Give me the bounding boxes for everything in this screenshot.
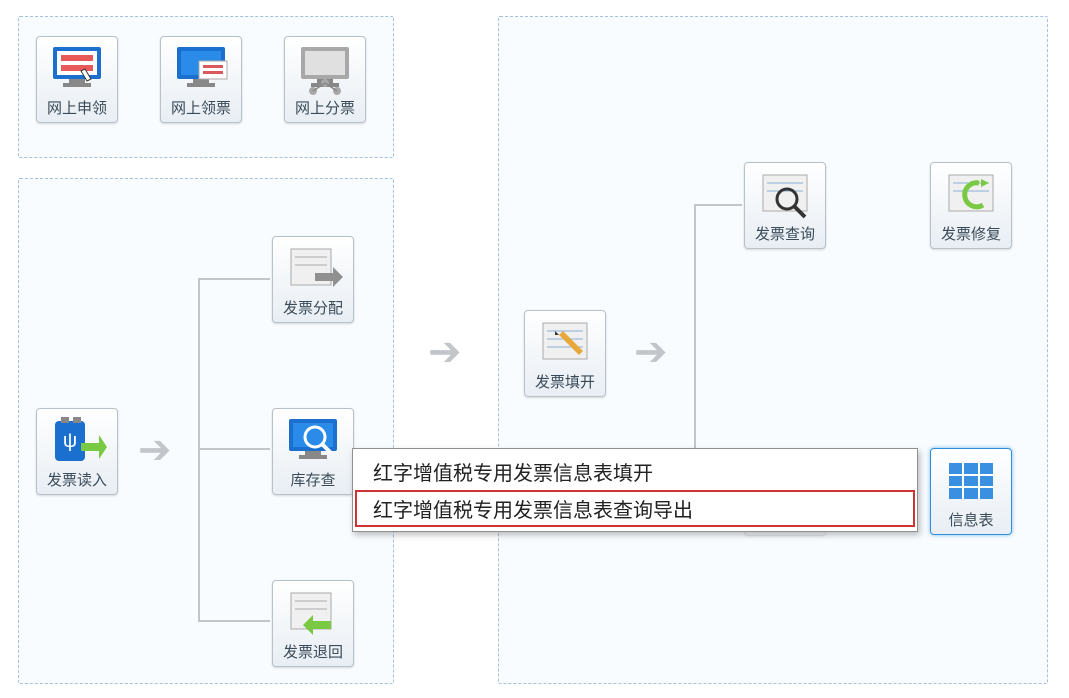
node-online-split[interactable]: 网上分票 [284,36,366,123]
label: 发票填开 [535,374,595,391]
label: 网上分票 [295,100,355,117]
usb-import-icon: ψ [47,415,107,467]
node-info-table[interactable]: 信息表 [930,448,1012,535]
label: 信息表 [948,512,993,529]
table-icon [941,455,1001,507]
monitor-search-icon [283,415,343,467]
monitor-tree-icon [295,43,355,95]
svg-text:ψ: ψ [63,430,77,452]
doc-refresh-icon [941,169,1001,221]
node-stock-query[interactable]: 库存查 [272,408,354,495]
connector [198,278,200,622]
node-invoice-distribute[interactable]: 发票分配 [272,236,354,323]
doc-return-icon [283,587,343,639]
label: 网上领票 [171,100,231,117]
label: 网上申领 [47,100,107,117]
label: 发票查询 [755,226,815,243]
label: 发票修复 [941,226,1001,243]
node-online-apply[interactable]: 网上申领 [36,36,118,123]
label: 库存查 [290,472,335,489]
label: 发票读入 [47,472,107,489]
doc-export-icon [283,243,343,295]
monitor-touch-icon [47,43,107,95]
arrow-icon: ➔ [138,430,172,470]
node-invoice-fill[interactable]: 发票填开 [524,310,606,397]
node-invoice-repair[interactable]: 发票修复 [930,162,1012,249]
label: 发票退回 [283,644,343,661]
label: 发票分配 [283,300,343,317]
doc-search-icon [755,169,815,221]
doc-pencil-icon [535,317,595,369]
connector [198,448,270,450]
arrow-icon: ➔ [428,332,462,372]
menu-item-fill[interactable]: 红字增值税专用发票信息表填开 [355,453,915,490]
node-invoice-query[interactable]: 发票查询 [744,162,826,249]
node-online-receive[interactable]: 网上领票 [160,36,242,123]
monitor-ticket-icon [171,43,231,95]
arrow-icon: ➔ [634,332,668,372]
node-invoice-return[interactable]: 发票退回 [272,580,354,667]
menu-item-export[interactable]: 红字增值税专用发票信息表查询导出 [355,490,915,527]
connector [694,204,742,206]
node-invoice-read[interactable]: ψ 发票读入 [36,408,118,495]
context-menu: 红字增值税专用发票信息表填开 红字增值税专用发票信息表查询导出 [352,448,918,532]
connector [198,620,270,622]
connector [198,278,270,280]
